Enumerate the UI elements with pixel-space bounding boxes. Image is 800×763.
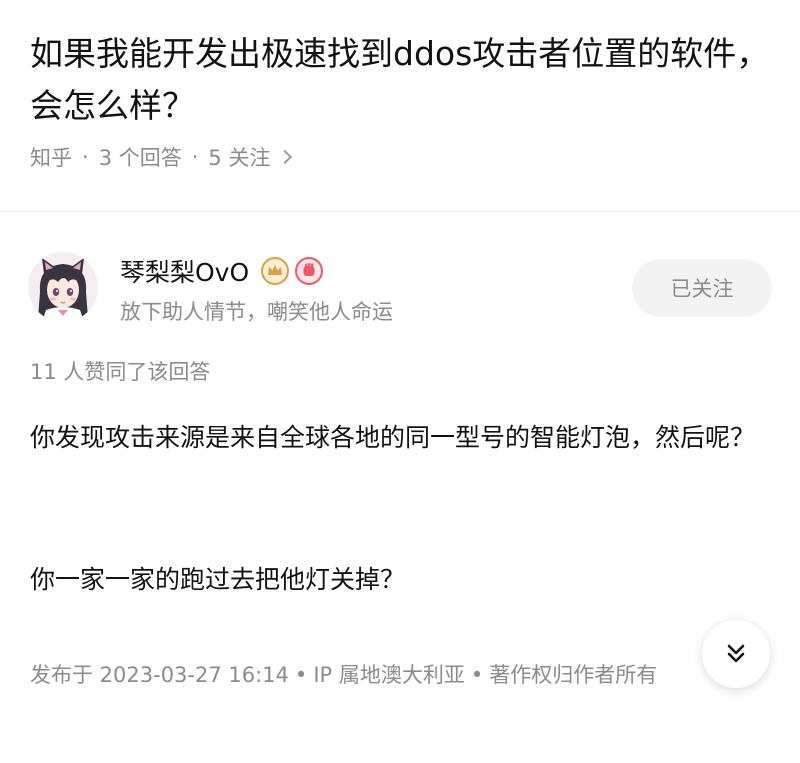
answer-footer: 发布于 2023-03-27 16:14 • IP 属地澳大利亚 • 著作权归作者所有	[30, 650, 770, 700]
ip-location: IP 属地澳大利亚	[313, 663, 465, 687]
meta-separator: ·	[82, 145, 89, 169]
answer-count: 3 个回答	[98, 146, 182, 170]
author-bio: 放下助人情节，嘲笑他人命运	[120, 300, 393, 324]
author-name[interactable]: 琴梨梨OvO	[120, 253, 249, 289]
avatar-illustration	[28, 252, 98, 322]
meta-separator: ·	[191, 145, 199, 169]
follow-count: 5 关注	[208, 146, 271, 170]
answer-paragraph: 你一家一家的跑过去把他灯关掉？	[30, 565, 406, 594]
publish-date: 发布于 2023-03-27 16:14	[30, 663, 289, 687]
answer-page: 如果我能开发出极速找到ddos攻击者位置的软件，会怎么样？ 知乎 · 3 个回答…	[0, 0, 800, 763]
divider	[0, 211, 800, 212]
avatar[interactable]	[28, 252, 98, 322]
answer-paragraph: 你发现攻击来源是来自全球各地的同一型号的智能灯泡，然后呢？	[30, 423, 756, 452]
follow-button[interactable]: 已关注	[632, 259, 772, 317]
scroll-down-button[interactable]	[702, 620, 770, 688]
question-meta[interactable]: 知乎 · 3 个回答 · 5 关注	[30, 142, 293, 172]
source-label: 知乎	[30, 146, 72, 170]
author-name-row[interactable]: 琴梨梨OvO	[120, 253, 324, 289]
footer-separator: •	[470, 663, 484, 687]
agree-count[interactable]: 11 人赞同了该回答	[30, 356, 210, 386]
fist-badge-icon	[295, 257, 324, 285]
footer-separator: •	[294, 663, 308, 687]
crown-badge-icon	[261, 257, 290, 285]
copyright-notice: 著作权归作者所有	[489, 663, 658, 687]
double-chevron-down-icon	[727, 644, 745, 663]
chevron-right-icon	[278, 149, 293, 165]
question-title[interactable]: 如果我能开发出极速找到ddos攻击者位置的软件，会怎么样？	[30, 28, 770, 132]
